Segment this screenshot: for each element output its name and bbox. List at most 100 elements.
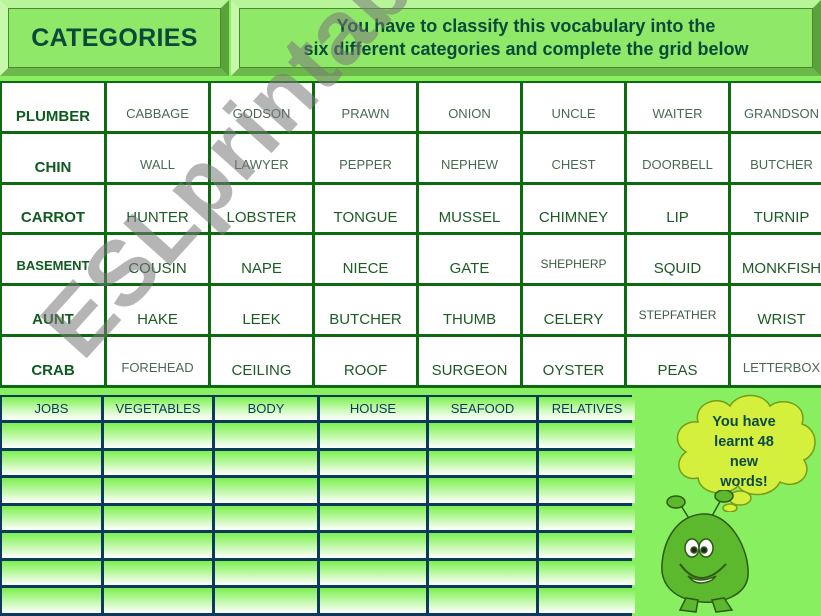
vocab-cell: CARROT	[2, 184, 104, 233]
answer-cell[interactable]	[320, 478, 426, 503]
vocab-cell: COUSIN	[107, 235, 208, 284]
vocab-cell: NEPHEW	[419, 133, 520, 182]
vocab-cell: FOREHEAD	[107, 337, 208, 385]
answer-cell[interactable]	[539, 505, 635, 531]
answer-cell[interactable]	[104, 588, 212, 613]
vocab-cell: GODSON	[211, 83, 312, 131]
answer-cell[interactable]	[429, 505, 536, 531]
instructions-panel: You have to classify this vocabulary int…	[231, 0, 821, 76]
answer-cell[interactable]	[215, 505, 317, 531]
vocab-cell: TURNIP	[731, 184, 821, 233]
answer-cell[interactable]	[320, 505, 426, 531]
answer-cell[interactable]	[429, 560, 536, 586]
answer-column-header: SEAFOOD	[429, 397, 536, 420]
answer-cell[interactable]	[539, 533, 635, 558]
vocab-cell: DOORBELL	[627, 133, 728, 182]
vocab-cell: PRAWN	[315, 83, 416, 131]
answer-cell[interactable]	[104, 505, 212, 531]
answer-cell[interactable]	[2, 533, 101, 558]
vocab-cell: LAWYER	[211, 133, 312, 182]
vocab-cell: AUNT	[2, 286, 104, 335]
answer-cell[interactable]	[104, 533, 212, 558]
page-title: CATEGORIES	[31, 23, 198, 52]
answer-cell[interactable]	[320, 588, 426, 613]
vocab-cell: CELERY	[523, 286, 624, 335]
vocab-cell: SHEPHERP	[523, 235, 624, 284]
vocab-cell: PEAS	[627, 337, 728, 385]
vocab-cell: LETTERBOX	[731, 337, 821, 385]
answer-cell[interactable]	[429, 450, 536, 476]
answer-cell[interactable]	[2, 505, 101, 531]
vocab-cell: PEPPER	[315, 133, 416, 182]
cloud-line-1: You have	[712, 414, 776, 430]
answer-cell[interactable]	[215, 533, 317, 558]
vocab-cell: BASEMENT	[2, 235, 104, 284]
vocab-cell: CHEST	[523, 133, 624, 182]
answer-cell[interactable]	[539, 588, 635, 613]
vocabulary-grid: PLUMBER CABBAGE GODSON PRAWN ONION UNCLE WAITE…	[0, 81, 821, 388]
vocab-cell: ONION	[419, 83, 520, 131]
answer-column-header: HOUSE	[320, 397, 426, 420]
answer-cell[interactable]	[539, 478, 635, 503]
instructions-line-2: six different categories and complete th…	[303, 39, 749, 59]
green-monster-icon	[661, 490, 749, 613]
vocab-cell: STEPFATHER	[627, 286, 728, 335]
answer-cell[interactable]	[104, 478, 212, 503]
answer-table: JOBS VEGETABLES BODY HOUSE SEAFOOD RELATIVES	[0, 395, 635, 616]
answer-cell[interactable]	[539, 560, 635, 586]
answer-cell[interactable]	[215, 478, 317, 503]
vocab-cell: CEILING	[211, 337, 312, 385]
answer-column-header: VEGETABLES	[104, 397, 212, 420]
answer-cell[interactable]	[215, 588, 317, 613]
answer-cell[interactable]	[320, 450, 426, 476]
vocab-cell: CABBAGE	[107, 83, 208, 131]
cloud-line-3: new	[729, 454, 759, 470]
answer-cell[interactable]	[539, 423, 635, 448]
vocab-cell: UNCLE	[523, 83, 624, 131]
vocab-cell: WALL	[107, 133, 208, 182]
vocab-cell: CHIMNEY	[523, 184, 624, 233]
answer-column-header: RELATIVES	[539, 397, 635, 420]
vocab-cell: BUTCHER	[315, 286, 416, 335]
vocab-cell: PLUMBER	[2, 83, 104, 131]
answer-cell[interactable]	[215, 560, 317, 586]
vocab-cell: NIECE	[315, 235, 416, 284]
instructions-line-1: You have to classify this vocabulary int…	[336, 16, 716, 36]
answer-cell[interactable]	[320, 560, 426, 586]
answer-cell[interactable]	[215, 423, 317, 448]
answer-cell[interactable]	[2, 560, 101, 586]
cloud-line-4: words!	[720, 474, 768, 490]
vocab-cell: GRANDSON	[731, 83, 821, 131]
vocab-cell: BUTCHER	[731, 133, 821, 182]
vocab-cell: SQUID	[627, 235, 728, 284]
vocab-cell: HUNTER	[107, 184, 208, 233]
cloud-message: You have learnt 48 new words!	[690, 412, 798, 492]
vocab-cell: THUMB	[419, 286, 520, 335]
answer-cell[interactable]	[429, 533, 536, 558]
answer-cell[interactable]	[104, 450, 212, 476]
answer-cell[interactable]	[539, 450, 635, 476]
vocab-cell: LEEK	[211, 286, 312, 335]
vocab-cell: MONKFISH	[731, 235, 821, 284]
answer-cell[interactable]	[104, 560, 212, 586]
vocab-cell: LOBSTER	[211, 184, 312, 233]
answer-cell[interactable]	[429, 423, 536, 448]
answer-cell[interactable]	[320, 423, 426, 448]
answer-cell[interactable]	[215, 450, 317, 476]
answer-cell[interactable]	[2, 588, 101, 613]
vocab-cell: MUSSEL	[419, 184, 520, 233]
answer-cell[interactable]	[2, 478, 101, 503]
answer-cell[interactable]	[429, 478, 536, 503]
vocab-cell: GATE	[419, 235, 520, 284]
answer-column-header: JOBS	[2, 397, 101, 420]
answer-cell[interactable]	[2, 423, 101, 448]
vocab-cell: ROOF	[315, 337, 416, 385]
answer-cell[interactable]	[2, 450, 101, 476]
vocab-cell: HAKE	[107, 286, 208, 335]
title-panel: CATEGORIES	[0, 0, 229, 76]
answer-cell[interactable]	[104, 423, 212, 448]
vocab-cell: CHIN	[2, 133, 104, 182]
cloud-line-2: learnt 48	[714, 434, 774, 450]
answer-cell[interactable]	[429, 588, 536, 613]
answer-cell[interactable]	[320, 533, 426, 558]
